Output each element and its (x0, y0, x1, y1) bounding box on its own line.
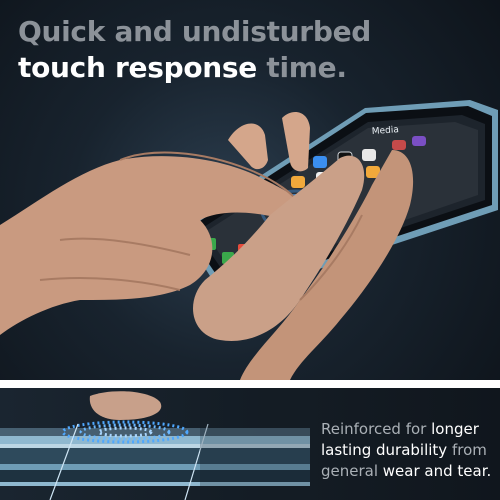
headline-line-2: touch response time. (18, 50, 371, 86)
headline-tail: time. (256, 51, 347, 84)
caption-line-1: Reinforced for longer (321, 419, 496, 440)
caption-line-3-muted: general (321, 462, 383, 480)
caption-line-1-strong: longer (431, 420, 479, 438)
headline-line-1: Quick and undisturbed (18, 15, 371, 48)
caption-line-2-strong: lasting durability (321, 441, 448, 459)
headline-emphasis: touch response (18, 51, 257, 84)
caption-line-1-muted: Reinforced for (321, 420, 432, 438)
headline: Quick and undisturbed touch response tim… (18, 14, 371, 86)
caption-line-2-muted: from (447, 441, 487, 459)
caption-line-3-strong: wear and tear. (382, 462, 492, 480)
fingertip (89, 391, 162, 420)
panel-divider (0, 380, 500, 388)
caption: Reinforced for longer lasting durability… (321, 419, 496, 482)
glass-cross-section-illustration (0, 388, 310, 500)
hero-panel: Media Quick and undisturbed touch respon… (0, 0, 500, 380)
folder-label: Media (372, 125, 400, 137)
caption-line-2: lasting durability from (321, 440, 496, 461)
caption-line-3: general wear and tear. (321, 461, 496, 482)
